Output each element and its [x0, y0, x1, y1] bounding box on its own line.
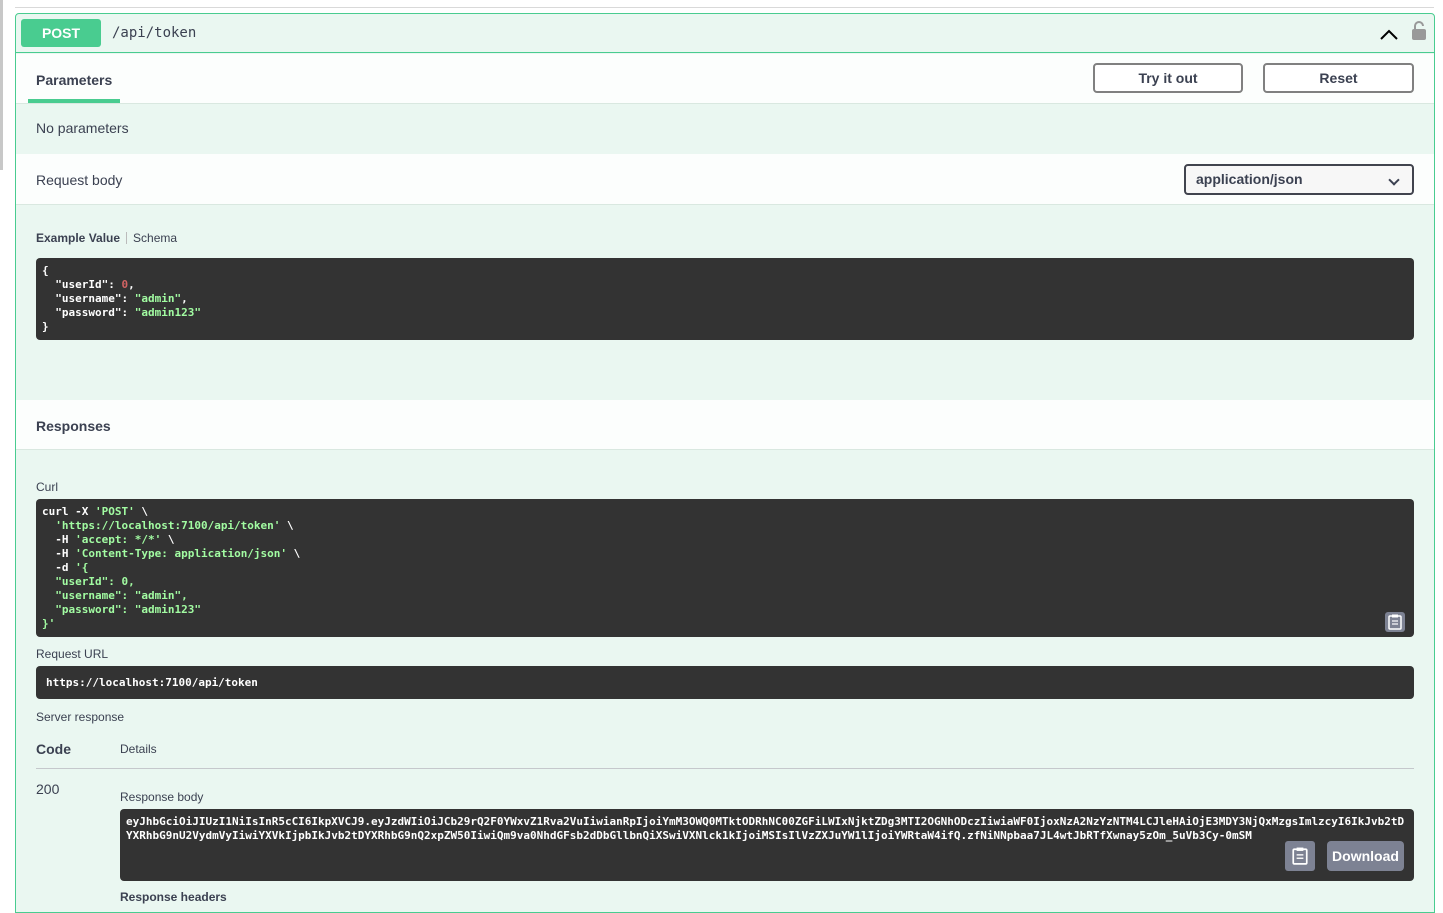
- tab-parameters[interactable]: Parameters: [36, 72, 112, 88]
- example-password: "admin123": [134, 306, 201, 319]
- request-url-text: https://localhost:7100/api/token: [46, 676, 258, 689]
- curl-body-userid: "userId": 0,: [55, 575, 135, 588]
- curl-flag-accept: -H: [55, 533, 76, 546]
- parameters-header: Parameters Try it out Reset: [16, 54, 1434, 104]
- clipboard-icon: [1292, 847, 1308, 865]
- chevron-up-icon[interactable]: [1379, 26, 1399, 42]
- request-url-value[interactable]: https://localhost:7100/api/token: [36, 666, 1414, 699]
- curl-cmd: curl -X: [42, 505, 95, 518]
- curl-label: Curl: [36, 480, 59, 494]
- responses-title: Responses: [36, 418, 111, 434]
- operation-block-post-token: POST /api/token Parameters Try it out Re…: [15, 13, 1435, 913]
- response-body-token: eyJhbGciOiJIUzI1NiIsInR5cCI6IkpXVCJ9.eyJ…: [126, 815, 1405, 842]
- table-divider: [36, 768, 1414, 769]
- curl-data-end: }': [42, 617, 56, 630]
- details-column-header: Details: [120, 742, 157, 756]
- curl-url: 'https://localhost:7100/api/token': [55, 519, 281, 532]
- response-headers-label: Response headers: [120, 890, 227, 904]
- lock-icon[interactable]: [1411, 20, 1427, 42]
- content-type-value: application/json: [1196, 171, 1303, 187]
- request-body-header: Request body application/json: [16, 154, 1434, 205]
- response-body-code[interactable]: eyJhbGciOiJIUzI1NiIsInR5cCI6IkpXVCJ9.eyJ…: [120, 809, 1414, 881]
- copy-curl-button[interactable]: [1385, 612, 1405, 632]
- curl-code[interactable]: curl -X 'POST' \ 'https://localhost:7100…: [36, 499, 1414, 637]
- content-type-select[interactable]: application/json: [1184, 164, 1414, 195]
- response-body-label: Response body: [120, 790, 204, 804]
- tab-example-value[interactable]: Example Value: [36, 231, 120, 245]
- chevron-down-icon: [1388, 174, 1400, 186]
- download-button[interactable]: Download: [1327, 841, 1404, 871]
- example-userid: 0: [121, 278, 129, 291]
- top-divider: [15, 7, 1434, 8]
- request-body-label: Request body: [36, 172, 123, 188]
- no-parameters-text: No parameters: [36, 120, 129, 136]
- reset-button[interactable]: Reset: [1263, 63, 1414, 93]
- curl-body-password: "password": "admin123": [55, 603, 201, 616]
- clipboard-icon: [1388, 614, 1402, 630]
- responses-header: Responses: [16, 400, 1434, 450]
- operation-summary[interactable]: POST /api/token: [16, 14, 1434, 53]
- method-badge: POST: [21, 19, 101, 47]
- curl-header-content-type: 'Content-Type: application/json': [75, 547, 288, 560]
- curl-flag-content-type: -H: [55, 547, 76, 560]
- curl-flag-data: -d: [55, 561, 76, 574]
- left-scroll-edge: [0, 0, 3, 170]
- code-column-header: Code: [36, 741, 71, 757]
- example-value-code[interactable]: { "userId": 0, "username": "admin", "pas…: [36, 258, 1414, 340]
- curl-data-start: '{: [75, 561, 89, 574]
- server-response-label: Server response: [36, 710, 125, 724]
- tab-separator: [126, 232, 128, 244]
- tab-active-indicator: [28, 99, 120, 103]
- status-code: 200: [36, 781, 60, 797]
- operation-path: /api/token: [112, 25, 197, 41]
- copy-response-button[interactable]: [1285, 841, 1315, 871]
- try-it-out-button[interactable]: Try it out: [1093, 63, 1243, 93]
- example-username: "admin": [134, 292, 182, 305]
- request-url-label: Request URL: [36, 647, 109, 661]
- curl-method: 'POST': [94, 505, 135, 518]
- curl-body-username: "username": "admin",: [55, 589, 188, 602]
- tab-schema[interactable]: Schema: [133, 231, 177, 245]
- example-schema-tabs: Example Value Schema: [36, 231, 177, 245]
- curl-header-accept: 'accept: */*': [75, 533, 162, 546]
